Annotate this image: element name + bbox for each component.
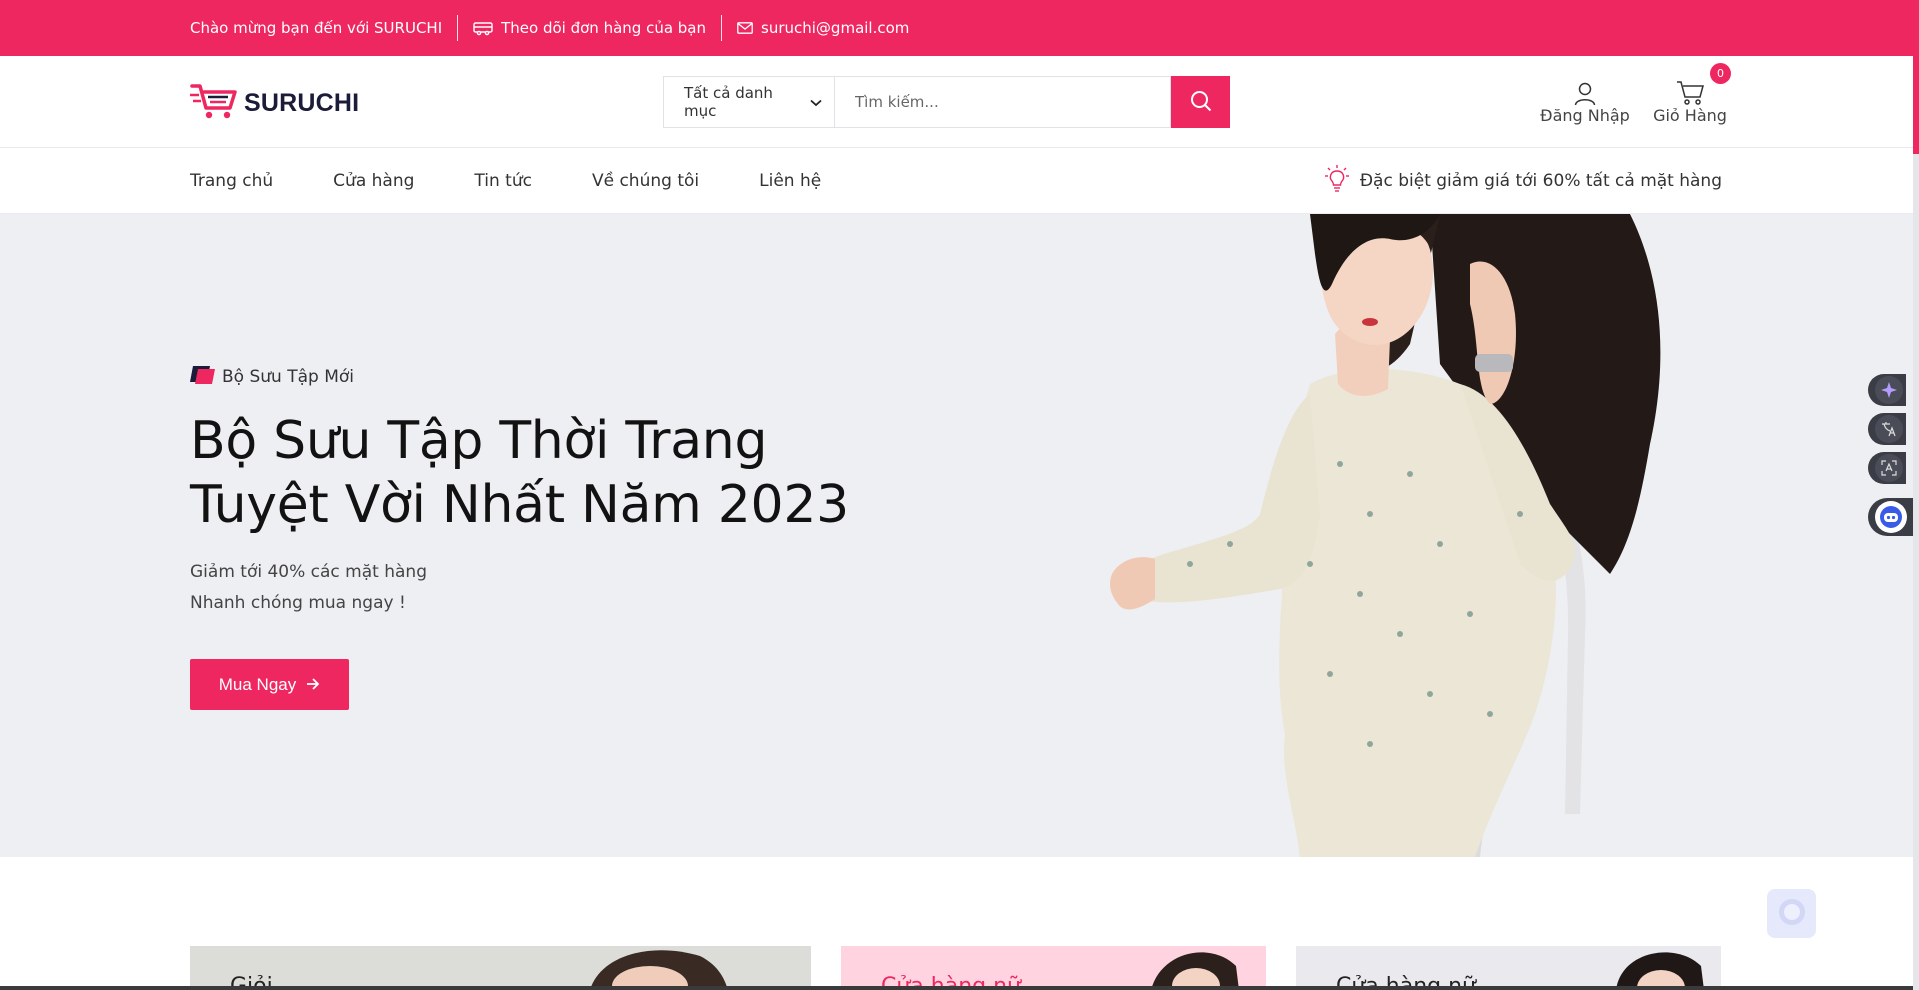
hero-model-image bbox=[1110, 214, 1661, 857]
nav-item-about[interactable]: Về chúng tôi bbox=[592, 171, 699, 191]
user-icon bbox=[1574, 76, 1596, 106]
translate-button[interactable] bbox=[1868, 413, 1906, 445]
hero-banner: Bộ Sưu Tập Mới Bộ Sưu Tập Thời Trang Tuy… bbox=[0, 214, 1913, 857]
site-logo[interactable]: SURUCHI bbox=[190, 82, 359, 124]
lightbulb-icon bbox=[1322, 164, 1352, 199]
chat-widget-button[interactable] bbox=[1767, 889, 1816, 938]
card-model-image bbox=[590, 950, 728, 990]
hero-tag-label: Bộ Sưu Tập Mới bbox=[222, 366, 354, 387]
divider bbox=[721, 15, 723, 41]
category-select-value: Tất cả danh mục bbox=[684, 84, 773, 120]
search-bar: Tất cả danh mục bbox=[663, 76, 1230, 128]
arrow-right-icon bbox=[306, 675, 320, 695]
scrollbar-thumb[interactable] bbox=[1913, 0, 1919, 154]
category-card[interactable]: Cửa hàng nữ bbox=[841, 946, 1266, 990]
collection-badge-icon bbox=[190, 364, 216, 389]
search-button[interactable] bbox=[1171, 76, 1230, 128]
bottom-edge bbox=[0, 986, 1913, 990]
nav-item-contact[interactable]: Liên hệ bbox=[759, 171, 821, 191]
card-model-image bbox=[1616, 952, 1704, 990]
category-card[interactable]: Giỏi... bbox=[190, 946, 811, 990]
shop-now-label: Mua Ngay bbox=[218, 674, 297, 694]
nav-item-shop[interactable]: Cửa hàng bbox=[333, 171, 414, 191]
hero-title-line1: Bộ Sưu Tập Thời Trang bbox=[190, 411, 768, 471]
cart-icon: 0 bbox=[1676, 63, 1731, 106]
login-button[interactable]: Đăng Nhập bbox=[1540, 76, 1630, 125]
category-select[interactable]: Tất cả danh mục bbox=[663, 76, 834, 128]
promo-text: Đặc biệt giảm giá tới 60% tất cả mặt hàn… bbox=[1359, 171, 1722, 191]
category-card[interactable]: Cửa hàng nữ bbox=[1296, 946, 1721, 990]
hero-subtitle-line1: Giảm tới 40% các mặt hàng bbox=[190, 562, 427, 582]
cart-label: Giỏ Hàng bbox=[1653, 106, 1727, 125]
nav-item-home[interactable]: Trang chủ bbox=[190, 171, 273, 191]
promo-banner: Đặc biệt giảm giá tới 60% tất cả mặt hàn… bbox=[1322, 148, 1722, 214]
card-model-image bbox=[1151, 952, 1239, 990]
track-order-label: Theo dõi đơn hàng của bạn bbox=[501, 19, 707, 37]
hero-title: Bộ Sưu Tập Thời Trang Tuyệt Vời Nhất Năm… bbox=[190, 409, 890, 537]
hero-subtitle: Giảm tới 40% các mặt hàng Nhanh chóng mu… bbox=[190, 557, 427, 619]
translate-icon bbox=[1875, 415, 1903, 443]
screen-translate-icon bbox=[1875, 454, 1903, 482]
cart-count-badge: 0 bbox=[1710, 63, 1731, 84]
search-input[interactable] bbox=[834, 76, 1171, 128]
sparkle-icon bbox=[1875, 376, 1903, 404]
logo-text: SURUCHI bbox=[244, 88, 360, 117]
chat-icon bbox=[1777, 897, 1807, 931]
ai-assistant-button[interactable] bbox=[1868, 374, 1906, 406]
track-order-link[interactable]: Theo dõi đơn hàng của bạn bbox=[473, 19, 706, 37]
hero-tag: Bộ Sưu Tập Mới bbox=[190, 364, 354, 389]
mail-icon bbox=[737, 22, 753, 34]
hero-subtitle-line2: Nhanh chóng mua ngay ! bbox=[190, 593, 406, 613]
site-header: SURUCHI Tất cả danh mục Đăng Nhập bbox=[0, 56, 1913, 148]
chatbot-button[interactable] bbox=[1868, 498, 1918, 536]
floating-tools bbox=[1868, 374, 1919, 543]
email-label: suruchi@gmail.com bbox=[761, 19, 910, 37]
logo-cart-icon bbox=[190, 82, 238, 124]
screen-translate-button[interactable] bbox=[1868, 452, 1906, 484]
divider bbox=[457, 15, 459, 41]
cart-button[interactable]: 0 Giỏ Hàng bbox=[1650, 63, 1731, 125]
main-navigation: Trang chủ Cửa hàng Tin tức Về chúng tôi … bbox=[0, 148, 1913, 214]
search-icon bbox=[1190, 90, 1212, 115]
shop-now-button[interactable]: Mua Ngay bbox=[190, 659, 349, 710]
login-label: Đăng Nhập bbox=[1540, 106, 1630, 125]
bot-icon bbox=[1875, 501, 1907, 533]
truck-icon bbox=[473, 20, 493, 36]
email-link[interactable]: suruchi@gmail.com bbox=[737, 19, 909, 37]
scrollbar[interactable] bbox=[1913, 0, 1919, 990]
top-announcement-bar: Chào mừng bạn đến với SURUCHI Theo dõi đ… bbox=[0, 0, 1913, 56]
chevron-down-icon bbox=[810, 93, 822, 111]
hero-title-line2: Tuyệt Vời Nhất Năm 2023 bbox=[190, 475, 849, 535]
welcome-text: Chào mừng bạn đến với SURUCHI bbox=[190, 19, 443, 37]
nav-item-news[interactable]: Tin tức bbox=[474, 171, 532, 191]
